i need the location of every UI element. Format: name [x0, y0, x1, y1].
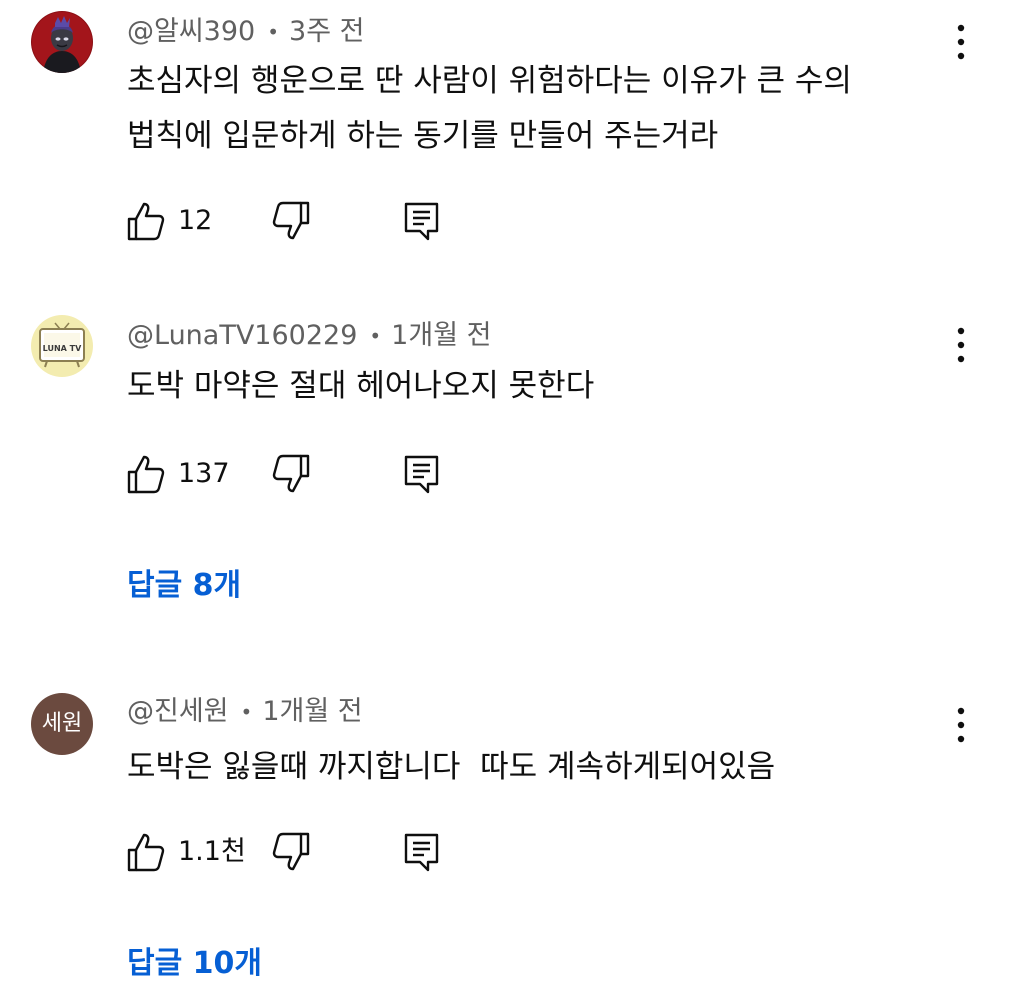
reply-button[interactable] [404, 201, 440, 241]
comment-age: 1개월 전 [262, 696, 363, 727]
comment-3: 세원 @진세원 • 1개월 전 도박은 잃을때 까지합니다 따도 계속하게되어있음 … [0, 680, 1024, 998]
comment-actions: 137 [127, 454, 487, 498]
reply-icon [404, 833, 439, 872]
thumbs-down-icon [272, 454, 310, 493]
avatar[interactable] [31, 11, 93, 73]
author-name[interactable]: @진세원 [127, 696, 229, 727]
comment-meta: @LunaTV160229 • 1개월 전 [127, 316, 491, 356]
reply-button[interactable] [404, 832, 440, 872]
tv-logo-avatar-icon: LUNA TV [31, 315, 93, 377]
comment-2: LUNA TV @LunaTV160229 • 1개월 전 도박 마약은 절대 헤어… [0, 300, 1024, 620]
comment-meta: @진세원 • 1개월 전 [127, 692, 363, 732]
comment-text: 도박은 잃을때 까지합니다 따도 계속하게되어있음 [127, 749, 776, 785]
dislike-button[interactable] [272, 454, 310, 494]
author-name[interactable]: @알씨390 [127, 16, 255, 47]
thumbs-up-icon [127, 202, 165, 241]
separator-dot: • [240, 700, 253, 724]
comment-actions: 1.1천 [127, 832, 487, 876]
like-button[interactable] [127, 201, 165, 241]
thumbs-down-icon [272, 201, 310, 240]
like-count: 12 [178, 205, 213, 236]
avatar[interactable]: LUNA TV [31, 315, 93, 377]
comment-text: 도박 마약은 절대 헤어나오지 못한다 [127, 368, 595, 404]
avatar-logo-text: LUNA TV [43, 344, 82, 353]
separator-dot: • [369, 324, 382, 348]
view-replies-link[interactable]: 답글 8개 [127, 564, 241, 608]
dislike-button[interactable] [272, 832, 310, 872]
author-name[interactable]: @LunaTV160229 [127, 320, 357, 351]
avatar-initials: 세원 [41, 711, 83, 736]
comment-actions: 12 [127, 201, 487, 245]
separator-dot: • [267, 20, 280, 44]
thumbs-up-icon [127, 833, 165, 872]
view-replies-link[interactable]: 답글 10개 [127, 942, 262, 986]
avatar[interactable]: 세원 [31, 693, 93, 755]
reply-icon [404, 202, 439, 241]
comment-age: 3주 전 [289, 16, 365, 47]
comment-meta: @알씨390 • 3주 전 [127, 12, 364, 52]
like-button[interactable] [127, 832, 165, 872]
dislike-button[interactable] [272, 201, 310, 241]
thumbs-up-icon [127, 455, 165, 494]
like-count: 1.1천 [178, 836, 246, 867]
thumbs-down-icon [272, 832, 310, 871]
like-button[interactable] [127, 454, 165, 494]
comment-age: 1개월 전 [391, 320, 492, 351]
comment-1: @알씨390 • 3주 전 초심자의 행운으로 딴 사람이 위험하다는 이유가 큰 … [0, 0, 1024, 270]
hooded-figure-avatar-icon [31, 11, 93, 73]
reply-icon [404, 455, 439, 494]
comment-text: 초심자의 행운으로 딴 사람이 위험하다는 이유가 큰 수의 법칙에 입문하게 … [127, 63, 852, 154]
like-count: 137 [178, 458, 230, 489]
reply-button[interactable] [404, 454, 440, 494]
